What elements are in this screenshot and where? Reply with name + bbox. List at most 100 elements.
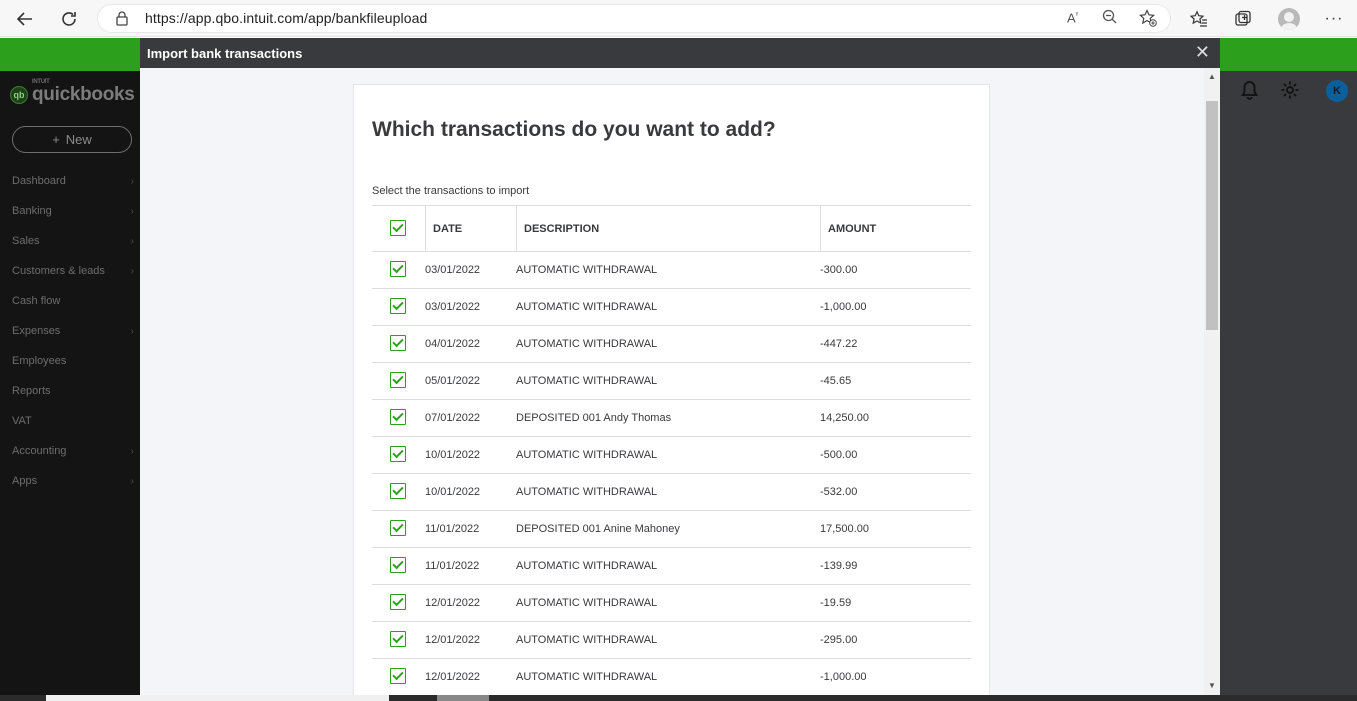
sidebar-item-expenses[interactable]: Expenses › [12, 325, 136, 345]
sidebar-item-accounting[interactable]: Accounting › [12, 445, 136, 465]
address-bar[interactable]: https://app.qbo.intuit.com/app/bankfileu… [97, 4, 1171, 33]
column-amount[interactable]: AMOUNT [820, 206, 876, 252]
table-row[interactable]: 03/01/2022 AUTOMATIC WITHDRAWAL -1,000.00 [372, 289, 971, 326]
sidebar-item-sales[interactable]: Sales › [12, 235, 136, 255]
scroll-down-icon[interactable]: ▼ [1208, 681, 1216, 690]
cell-amount: 17,500.00 [820, 523, 869, 535]
sidebar-item-cash-flow[interactable]: Cash flow [12, 295, 136, 315]
chevron-right-icon: › [130, 446, 134, 457]
logo-text: quickbooks [32, 84, 135, 105]
table-row[interactable]: 04/01/2022 AUTOMATIC WITHDRAWAL -447.22 [372, 326, 971, 363]
chevron-right-icon: › [130, 206, 134, 217]
cell-date: 07/01/2022 [425, 412, 481, 424]
browser-toolbar: https://app.qbo.intuit.com/app/bankfileu… [0, 0, 1357, 37]
row-checkbox[interactable] [390, 631, 406, 647]
sidebar-item-dashboard[interactable]: Dashboard › [12, 175, 136, 195]
sidebar-item-reports[interactable]: Reports [12, 385, 136, 405]
row-checkbox[interactable] [390, 668, 406, 684]
table-row[interactable]: 05/01/2022 AUTOMATIC WITHDRAWAL -45.65 [372, 363, 971, 400]
cell-description: AUTOMATIC WITHDRAWAL [516, 560, 658, 572]
back-arrow-icon[interactable] [13, 7, 37, 31]
row-checkbox[interactable] [390, 372, 406, 388]
table-row[interactable]: 12/01/2022 AUTOMATIC WITHDRAWAL -1,000.00 [372, 659, 971, 695]
collections-icon[interactable] [1231, 7, 1255, 31]
sidebar-item-banking[interactable]: Banking › [12, 205, 136, 225]
chevron-right-icon: › [130, 176, 134, 187]
table-row[interactable]: 12/01/2022 AUTOMATIC WITHDRAWAL -295.00 [372, 622, 971, 659]
taskbar [0, 695, 1357, 701]
cell-date: 10/01/2022 [425, 486, 481, 498]
cell-date: 12/01/2022 [425, 634, 481, 646]
cell-description: AUTOMATIC WITHDRAWAL [516, 597, 658, 609]
table-row[interactable]: 11/01/2022 DEPOSITED 001 Anine Mahoney 17,… [372, 511, 971, 548]
cell-amount: -45.65 [820, 375, 852, 387]
scroll-up-icon[interactable]: ▲ [1208, 72, 1216, 81]
scrollbar-thumb[interactable] [1206, 101, 1218, 330]
sidebar-item-label: Dashboard [12, 175, 66, 187]
sidebar-item-label: Banking [12, 205, 52, 217]
table-row[interactable]: 12/01/2022 AUTOMATIC WITHDRAWAL -19.59 [372, 585, 971, 622]
table-row[interactable]: 10/01/2022 AUTOMATIC WITHDRAWAL -500.00 [372, 437, 971, 474]
sidebar-item-label: Sales [12, 235, 40, 247]
row-checkbox[interactable] [390, 261, 406, 277]
chevron-right-icon: › [130, 326, 134, 337]
lock-icon[interactable] [115, 10, 129, 31]
add-favorite-icon[interactable] [1139, 9, 1157, 32]
select-all-checkbox[interactable] [390, 220, 406, 236]
column-description[interactable]: DESCRIPTION [516, 206, 599, 252]
cell-description: AUTOMATIC WITHDRAWAL [516, 449, 658, 461]
url-text[interactable]: https://app.qbo.intuit.com/app/bankfileu… [145, 10, 427, 26]
sidebar-item-label: Reports [12, 385, 51, 397]
modal-scrollbar[interactable]: ▲ ▼ [1204, 68, 1220, 695]
row-checkbox[interactable] [390, 298, 406, 314]
chevron-right-icon: › [130, 266, 134, 277]
zoom-icon[interactable] [1102, 9, 1118, 30]
cell-date: 03/01/2022 [425, 264, 481, 276]
cell-description: AUTOMATIC WITHDRAWAL [516, 264, 658, 276]
cell-amount: -447.22 [820, 338, 858, 350]
sidebar-item-apps[interactable]: Apps › [12, 475, 136, 495]
sidebar: qb INTUIT quickbooks + New Dashboard › Ban… [0, 71, 140, 695]
table-row[interactable]: 10/01/2022 AUTOMATIC WITHDRAWAL -532.00 [372, 474, 971, 511]
row-checkbox[interactable] [390, 483, 406, 499]
card-heading: Which transactions do you want to add? [372, 118, 776, 141]
row-checkbox[interactable] [390, 594, 406, 610]
read-aloud-icon[interactable]: Aᵞ [1067, 10, 1078, 25]
close-icon[interactable]: ✕ [1195, 43, 1210, 61]
column-date[interactable]: DATE [425, 206, 462, 252]
favorites-icon[interactable] [1187, 7, 1211, 31]
cell-description: AUTOMATIC WITHDRAWAL [516, 301, 658, 313]
cell-date: 04/01/2022 [425, 338, 481, 350]
table-row[interactable]: 07/01/2022 DEPOSITED 001 Andy Thomas 14,25… [372, 400, 971, 437]
chevron-right-icon: › [130, 476, 134, 487]
sidebar-item-label: VAT [12, 415, 32, 427]
sidebar-item-employees[interactable]: Employees [12, 355, 136, 375]
sidebar-item-customers-leads[interactable]: Customers & leads › [12, 265, 136, 285]
cell-amount: -139.99 [820, 560, 858, 572]
table-row[interactable]: 11/01/2022 AUTOMATIC WITHDRAWAL -139.99 [372, 548, 971, 585]
sidebar-item-vat[interactable]: VAT [12, 415, 136, 435]
new-button-label: New [65, 132, 92, 147]
cell-amount: -532.00 [820, 486, 858, 498]
settings-gear-icon[interactable] [1280, 80, 1300, 105]
row-checkbox[interactable] [390, 335, 406, 351]
transactions-card: Which transactions do you want to add? S… [353, 84, 990, 695]
row-checkbox[interactable] [390, 409, 406, 425]
cell-amount: 14,250.00 [820, 412, 869, 424]
cell-amount: -500.00 [820, 449, 858, 461]
profile-icon[interactable] [1277, 7, 1301, 31]
modal-body: Which transactions do you want to add? S… [140, 68, 1220, 695]
user-avatar[interactable]: K [1326, 80, 1348, 102]
cell-date: 11/01/2022 [425, 523, 480, 535]
row-checkbox[interactable] [390, 446, 406, 462]
notifications-icon[interactable] [1240, 80, 1259, 105]
row-checkbox[interactable] [390, 520, 406, 536]
cell-amount: -19.59 [820, 597, 852, 609]
cell-date: 12/01/2022 [425, 671, 481, 683]
more-icon[interactable]: ··· [1322, 7, 1346, 31]
new-button[interactable]: + New [12, 126, 132, 153]
cell-amount: -300.00 [820, 264, 858, 276]
row-checkbox[interactable] [390, 557, 406, 573]
table-row[interactable]: 03/01/2022 AUTOMATIC WITHDRAWAL -300.00 [372, 252, 971, 289]
refresh-icon[interactable] [57, 7, 81, 31]
